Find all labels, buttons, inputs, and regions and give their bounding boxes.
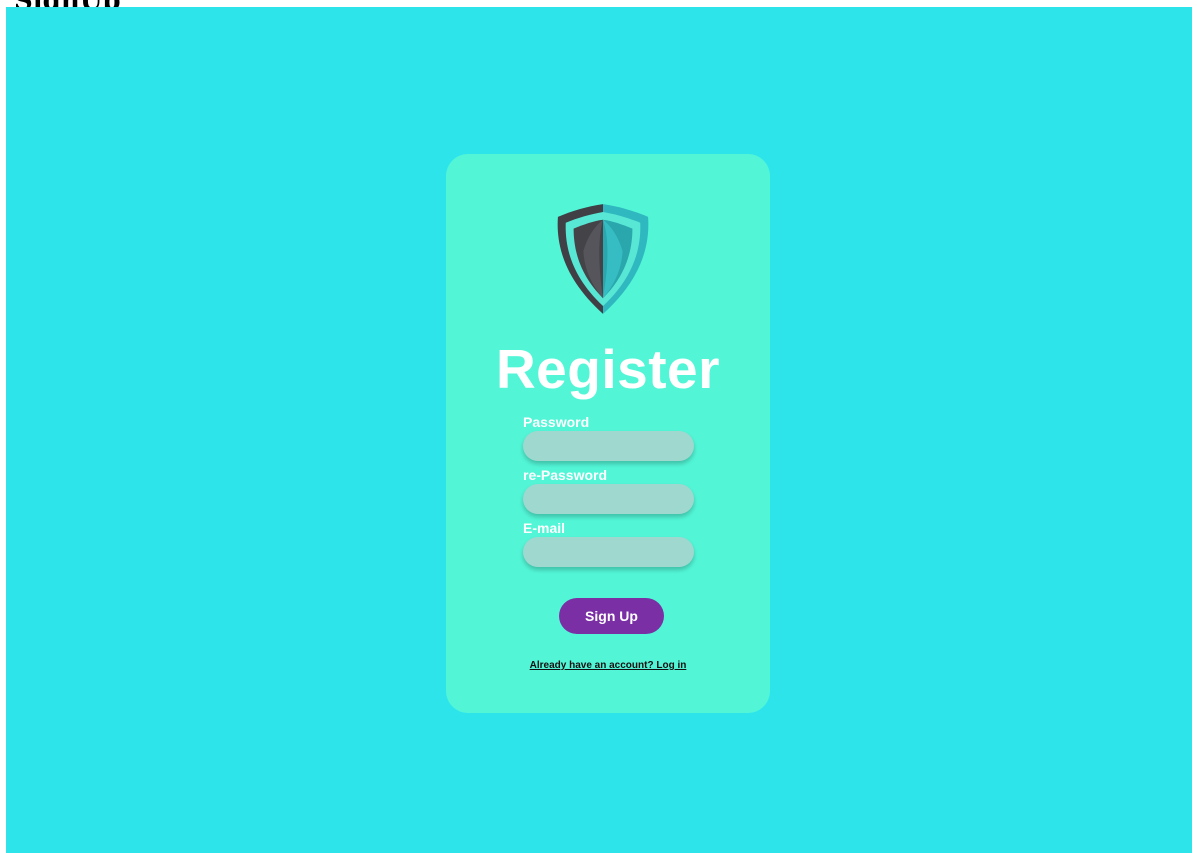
email-input[interactable] — [523, 537, 694, 567]
re-password-input[interactable] — [523, 484, 694, 514]
shield-icon — [557, 204, 649, 314]
password-label: Password — [523, 414, 590, 430]
password-input[interactable] — [523, 431, 694, 461]
page-title: Register — [495, 338, 721, 400]
page-background: Register Password re-Password E-mail Sig… — [6, 7, 1192, 853]
email-label: E-mail — [523, 520, 566, 536]
login-link[interactable]: Already have an account? Log in — [446, 660, 770, 671]
signup-button[interactable]: Sign Up — [559, 598, 664, 634]
register-card: Register Password re-Password E-mail Sig… — [446, 154, 770, 713]
re-password-label: re-Password — [523, 467, 608, 483]
